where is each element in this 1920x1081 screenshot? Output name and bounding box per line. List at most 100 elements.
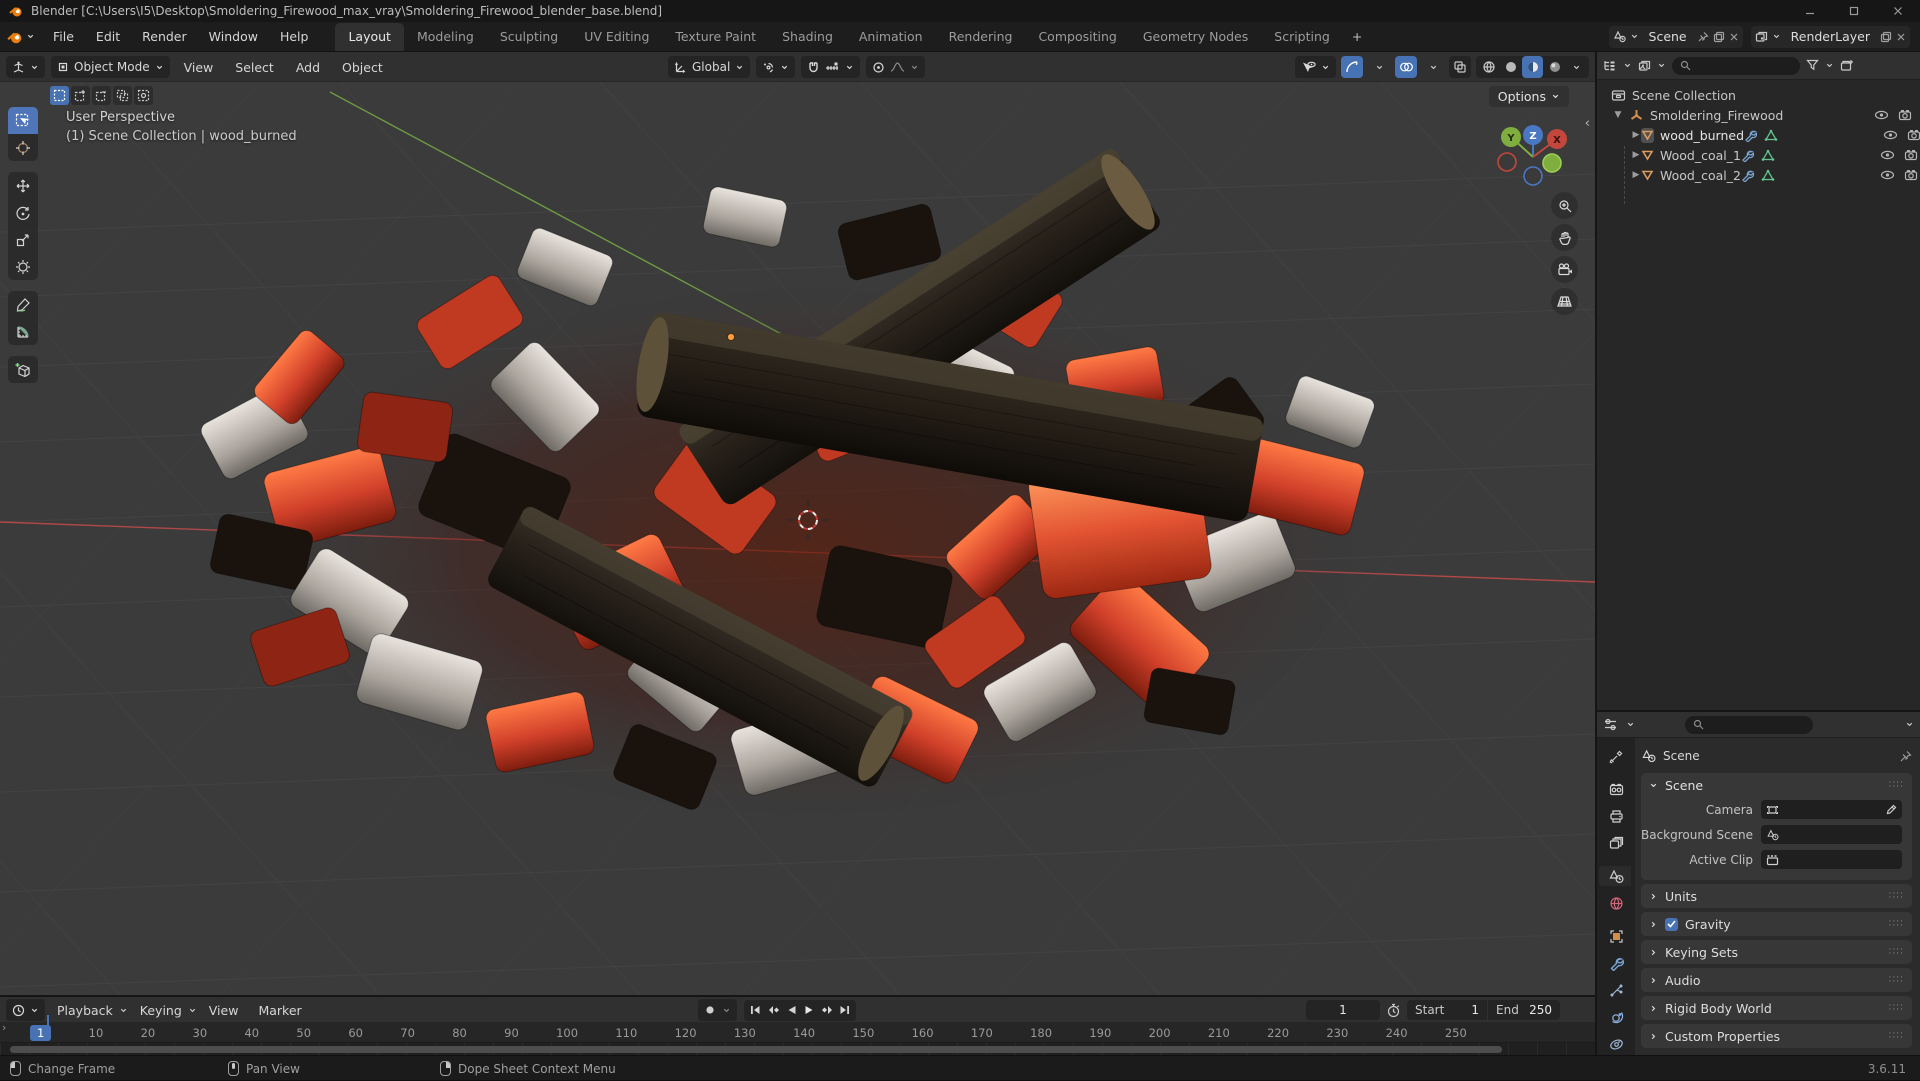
gravity-panel[interactable]: Gravity ···· ···· (1641, 912, 1912, 936)
viewport-scene[interactable] (0, 82, 1595, 995)
scene-collection-label[interactable]: Scene Collection (1632, 88, 1736, 103)
camera-view-button[interactable] (1551, 256, 1578, 283)
shading-material-preview-button[interactable] (1522, 56, 1543, 78)
properties-search-input[interactable] (1709, 717, 1805, 732)
panel-grip[interactable]: ···· ···· (1889, 918, 1904, 931)
blender-app-menu-button[interactable] (0, 22, 42, 51)
tab-scripting[interactable]: Scripting (1261, 23, 1343, 51)
menu-playback[interactable]: Playback (49, 1000, 121, 1021)
frame-end-field[interactable]: End 250 (1488, 1000, 1560, 1020)
transform-orientation-selector[interactable]: Global (668, 56, 751, 78)
audio-panel[interactable]: Audio ···· ···· (1641, 968, 1912, 992)
menu-tl-view[interactable]: View (201, 1000, 247, 1021)
outliner-row-wood-burned[interactable]: ▶ wood_burned (1597, 125, 1920, 145)
menu-view[interactable]: View (176, 57, 222, 78)
hide-eye-icon[interactable] (1880, 169, 1895, 181)
frame-start-field[interactable]: Start 1 (1407, 1000, 1487, 1020)
gizmos-toggle[interactable] (1341, 56, 1363, 78)
gizmo-y-negative[interactable] (1542, 153, 1562, 173)
scene-selector[interactable]: Scene (1608, 25, 1743, 48)
menu-render[interactable]: Render (133, 26, 196, 47)
menu-file[interactable]: File (44, 26, 83, 47)
chevron-down-icon[interactable] (1626, 720, 1635, 729)
tab-constraint-properties[interactable] (1601, 1035, 1631, 1055)
menu-keying[interactable]: Keying (132, 1000, 190, 1021)
tool-add-cube[interactable] (8, 356, 38, 383)
timeline-ruler[interactable]: 1 10 20 30 40 50 60 70 80 90 100 110 120 130 140 150 160… (0, 1023, 1595, 1043)
tab-tool-properties[interactable] (1601, 746, 1631, 766)
object-label[interactable]: Wood_coal_2 (1660, 168, 1741, 183)
navigation-gizmo[interactable]: Z Y X (1483, 110, 1573, 200)
modifier-wrench-icon[interactable] (1744, 129, 1758, 142)
custom-properties-panel[interactable]: Custom Properties ···· ···· (1641, 1024, 1912, 1048)
previous-keyframe-button[interactable] (764, 1001, 782, 1019)
tab-uv-editing[interactable]: UV Editing (571, 23, 662, 51)
pin-scene-icon[interactable] (1697, 31, 1709, 43)
zoom-button[interactable] (1551, 192, 1578, 219)
close-button[interactable] (1876, 0, 1920, 22)
unlink-scene-button[interactable] (1729, 32, 1739, 42)
object-label[interactable]: Wood_coal_1 (1660, 148, 1741, 163)
tool-rotate[interactable] (8, 199, 38, 226)
tab-compositing[interactable]: Compositing (1025, 23, 1129, 51)
pan-button[interactable] (1551, 224, 1578, 251)
panel-grip[interactable]: ···· ···· (1889, 779, 1904, 792)
timeline-expand-arrow[interactable]: › (2, 1021, 6, 1034)
menu-select[interactable]: Select (227, 57, 282, 78)
menu-marker[interactable]: Marker (250, 1000, 309, 1021)
tool-move[interactable] (8, 172, 38, 199)
active-clip-field[interactable] (1761, 850, 1902, 869)
current-frame-field[interactable]: 1 (1306, 1000, 1380, 1020)
gizmo-x-negative[interactable] (1497, 152, 1517, 172)
tab-rendering[interactable]: Rendering (936, 23, 1026, 51)
outliner-search[interactable] (1672, 56, 1800, 75)
proportional-editing-controls[interactable] (866, 56, 926, 78)
shading-wireframe-button[interactable] (1478, 56, 1499, 78)
viewport-3d[interactable]: Object Mode View Select Add Object Globa… (0, 52, 1595, 995)
disable-render-camera-icon[interactable] (1907, 129, 1920, 141)
expand-arrow-icon[interactable]: ▶ (1631, 130, 1641, 140)
select-mode-intersect-button[interactable] (134, 86, 153, 105)
disable-render-camera-icon[interactable] (1904, 169, 1918, 181)
collapse-arrow-icon[interactable]: ▼ (1613, 110, 1623, 120)
select-mode-subtract-button[interactable] (92, 86, 111, 105)
editor-type-selector[interactable] (6, 56, 45, 78)
new-collection-button[interactable] (1840, 59, 1854, 72)
outliner-editor-icon[interactable] (1603, 59, 1617, 72)
properties-search[interactable] (1685, 715, 1813, 734)
tool-measure[interactable] (8, 318, 38, 345)
menu-object[interactable]: Object (334, 57, 391, 78)
eyedropper-icon[interactable] (1885, 804, 1897, 816)
tab-output-properties[interactable] (1601, 806, 1631, 826)
overlays-dropdown[interactable] (1422, 56, 1444, 78)
outliner-row-wood-coal-1[interactable]: ▶ Wood_coal_1 (1597, 145, 1920, 165)
collection-label[interactable]: Smoldering_Firewood (1650, 108, 1783, 123)
background-scene-field[interactable] (1761, 825, 1902, 844)
tab-particle-properties[interactable] (1601, 981, 1631, 1001)
chevron-down-icon[interactable] (1623, 61, 1632, 70)
tab-sculpting[interactable]: Sculpting (487, 23, 571, 51)
hide-eye-icon[interactable] (1874, 109, 1889, 121)
mesh-data-icon[interactable] (1761, 149, 1775, 162)
select-mode-new-button[interactable] (50, 86, 69, 105)
tab-geometry-nodes[interactable]: Geometry Nodes (1130, 23, 1261, 51)
tab-layout[interactable]: Layout (335, 23, 404, 51)
view-layer-selector[interactable]: RenderLayer (1750, 25, 1910, 48)
chevron-down-icon[interactable] (1825, 61, 1834, 70)
tool-cursor[interactable] (8, 134, 38, 161)
tab-modifier-properties[interactable] (1601, 954, 1631, 974)
outliner-row-scene-collection[interactable]: Scene Collection (1597, 85, 1920, 105)
new-scene-button[interactable] (1713, 31, 1725, 43)
shading-rendered-button[interactable] (1544, 56, 1565, 78)
sidebar-collapse-arrow[interactable]: ‹ (1585, 116, 1590, 131)
tool-scale[interactable] (8, 226, 38, 253)
tab-scene-properties[interactable] (1601, 866, 1631, 887)
snap-controls[interactable] (801, 56, 861, 78)
expand-arrow-icon[interactable]: ▶ (1631, 150, 1641, 160)
menu-edit[interactable]: Edit (87, 26, 129, 47)
object-type-visibility[interactable] (1295, 56, 1336, 78)
tab-view-layer-properties[interactable] (1601, 833, 1631, 853)
display-mode-icon[interactable] (1638, 59, 1651, 72)
panel-grip[interactable]: ···· ···· (1889, 890, 1904, 903)
use-preview-range-stopwatch-icon[interactable] (1386, 1003, 1401, 1018)
